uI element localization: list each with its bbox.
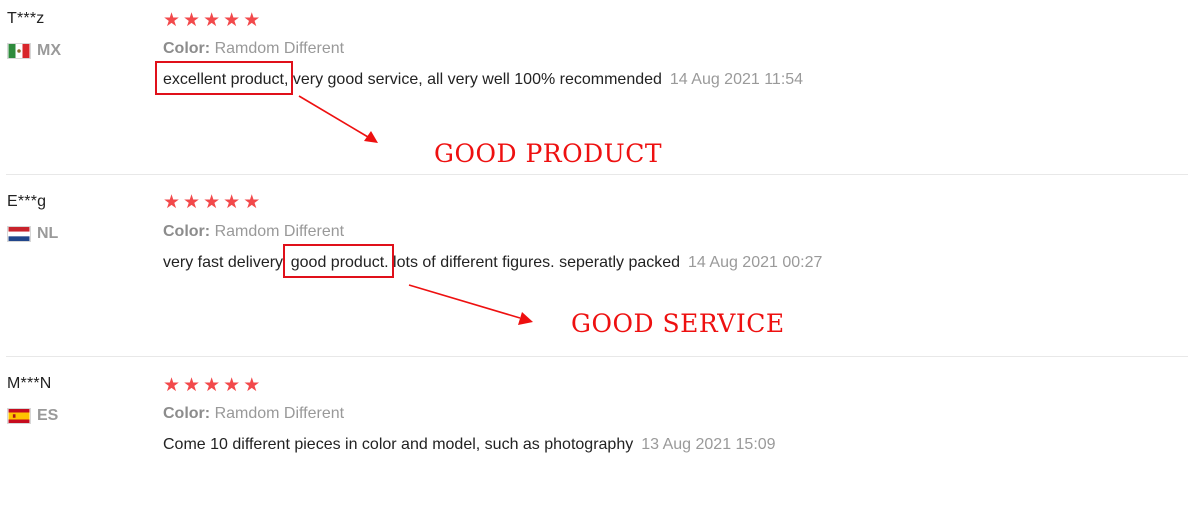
star-icon: ★: [163, 374, 181, 396]
divider: [6, 174, 1188, 175]
reviewer-country: MX: [7, 42, 61, 60]
annotation-good-product: GOOD PRODUCT: [434, 139, 663, 168]
reviewer-name: T***z: [7, 10, 45, 27]
divider: [6, 356, 1188, 357]
color-variant: Color: Ramdom Different: [163, 405, 344, 423]
star-rating: ★ ★ ★ ★ ★: [163, 11, 260, 30]
country-code: MX: [37, 42, 61, 59]
review-date: 13 Aug 2021 15:09: [641, 436, 776, 453]
review-date: 14 Aug 2021 00:27: [688, 254, 823, 271]
star-icon: ★: [223, 191, 241, 213]
star-icon: ★: [163, 191, 181, 213]
highlighted-phrase: excellent product,: [163, 71, 289, 88]
review-text-rest: very good service, all very well 100% re…: [288, 71, 662, 88]
annotation-good-service: GOOD SERVICE: [571, 309, 785, 338]
netherlands-flag-icon: [7, 226, 31, 242]
spain-flag-icon: [7, 408, 31, 424]
star-icon: ★: [223, 374, 241, 396]
star-rating: ★ ★ ★ ★ ★: [163, 193, 260, 212]
star-icon: ★: [243, 9, 261, 31]
star-icon: ★: [183, 374, 201, 396]
review-text: excellent product, very good service, al…: [163, 71, 803, 89]
color-value: Ramdom Different: [214, 223, 345, 240]
reviewer-country: ES: [7, 407, 58, 425]
country-code: ES: [37, 407, 59, 424]
arrow-good-service: [408, 284, 533, 325]
star-icon: ★: [243, 374, 261, 396]
review-date: 14 Aug 2021 11:54: [669, 71, 804, 88]
star-icon: ★: [203, 191, 221, 213]
color-variant: Color: Ramdom Different: [163, 40, 344, 58]
review-text: Come 10 different pieces in color and mo…: [163, 436, 776, 454]
color-value: Ramdom Different: [214, 40, 345, 57]
color-variant: Color: Ramdom Different: [163, 223, 344, 241]
color-label: Color:: [163, 40, 211, 57]
color-label: Color:: [163, 405, 211, 422]
star-icon: ★: [183, 9, 201, 31]
reviewer-country: NL: [7, 225, 58, 243]
star-icon: ★: [203, 9, 221, 31]
highlighted-phrase: good product.: [290, 254, 389, 271]
star-icon: ★: [223, 9, 241, 31]
color-label: Color:: [163, 223, 211, 240]
star-icon: ★: [163, 9, 181, 31]
review-text-pre: very fast delivery,: [163, 254, 291, 271]
reviewer-name: M***N: [7, 375, 52, 392]
arrow-good-product: [298, 95, 378, 143]
reviewer-name: E***g: [7, 193, 47, 210]
color-value: Ramdom Different: [214, 405, 345, 422]
mexico-flag-icon: [7, 43, 31, 59]
star-rating: ★ ★ ★ ★ ★: [163, 376, 260, 395]
review-text-body: Come 10 different pieces in color and mo…: [163, 436, 634, 453]
star-icon: ★: [203, 374, 221, 396]
star-icon: ★: [243, 191, 261, 213]
review-text: very fast delivery, good product. lots o…: [163, 254, 822, 272]
review-text-rest: lots of different figures. seperatly pac…: [388, 254, 681, 271]
country-code: NL: [37, 225, 59, 242]
star-icon: ★: [183, 191, 201, 213]
